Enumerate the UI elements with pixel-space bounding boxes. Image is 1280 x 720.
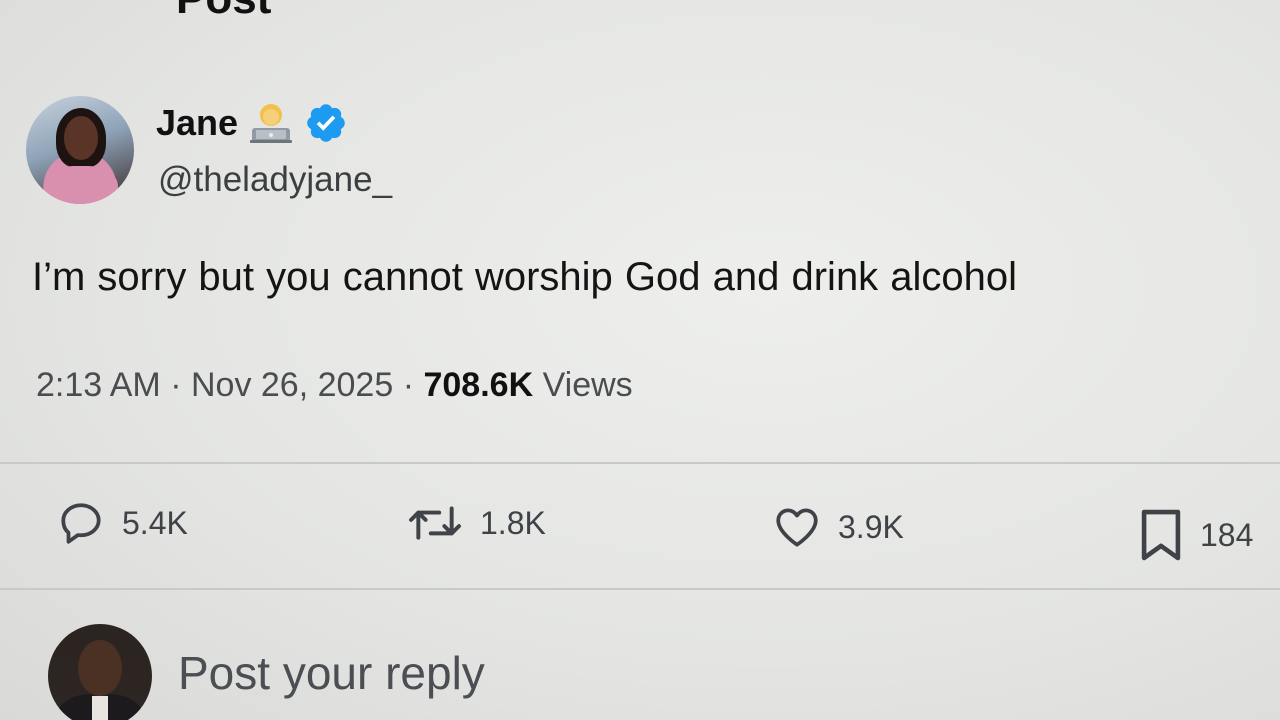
repost-icon	[404, 498, 466, 548]
author-avatar[interactable]	[26, 96, 134, 204]
reply-count: 5.4K	[122, 504, 188, 541]
repost-button[interactable]: 1.8K	[404, 498, 546, 548]
reply-icon	[54, 498, 108, 548]
like-count: 3.9K	[838, 508, 904, 545]
reply-composer: Post your reply	[0, 618, 1280, 720]
woman-technologist-emoji-icon	[248, 100, 294, 146]
post-date[interactable]: Nov 26, 2025	[191, 366, 393, 404]
post-screen: Post Jane @theladyjane_ I’m sorry but yo…	[0, 0, 1280, 720]
verified-badge-icon	[304, 101, 348, 145]
divider	[0, 462, 1280, 464]
post-time[interactable]: 2:13 AM	[36, 366, 161, 404]
post-meta: 2:13 AM · Nov 26, 2025 · 708.6K Views	[36, 366, 633, 405]
meta-separator: ·	[402, 366, 415, 404]
post-text: I’m sorry but you cannot worship God and…	[32, 255, 1018, 299]
views-label: Views	[542, 366, 633, 404]
repost-count: 1.8K	[480, 504, 546, 541]
page-title: Post	[176, 0, 271, 24]
divider	[0, 588, 1280, 590]
bookmark-icon	[1136, 506, 1186, 564]
meta-separator: ·	[170, 366, 182, 404]
reply-button[interactable]: 5.4K	[54, 498, 188, 548]
reply-input[interactable]: Post your reply	[178, 646, 485, 700]
author-name-row: Jane	[156, 100, 348, 146]
author-handle[interactable]: @theladyjane_	[158, 160, 392, 200]
author-display-name[interactable]: Jane	[156, 102, 238, 144]
action-bar: 5.4K 1.8K 3.9K 184	[0, 490, 1280, 570]
heart-icon	[770, 502, 824, 552]
current-user-avatar[interactable]	[48, 624, 152, 720]
bookmark-count: 184	[1200, 516, 1254, 553]
bookmark-button[interactable]: 184	[1136, 506, 1253, 564]
views-count: 708.6K	[423, 366, 534, 404]
like-button[interactable]: 3.9K	[770, 502, 904, 552]
